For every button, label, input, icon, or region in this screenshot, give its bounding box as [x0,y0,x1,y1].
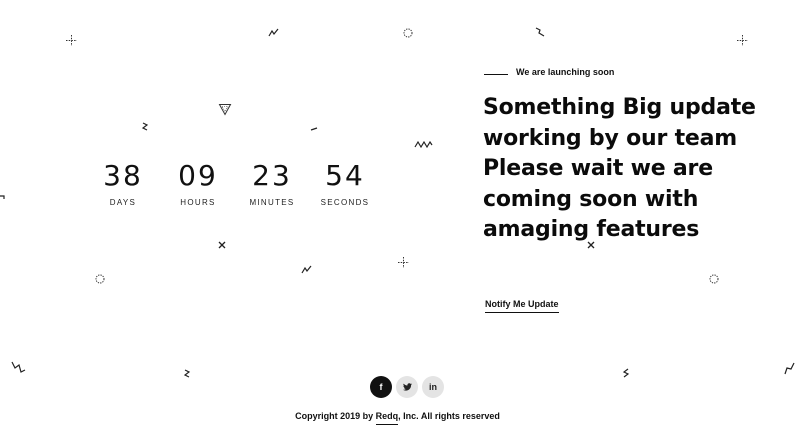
seconds-label: SECONDS [320,198,370,207]
dash-icon [310,127,318,131]
facebook-glyph: f [379,382,383,392]
dotted-circle-icon [403,28,413,38]
twitter-bird-icon [402,383,412,391]
triangle-icon [218,104,232,116]
zigzag-icon [268,28,279,37]
copyright-suffix: , Inc. All rights reserved [398,411,500,421]
countdown-minutes: 23 MINUTES [235,159,309,208]
dotted-circle-icon [709,274,719,284]
countdown-days: 38 DAYS [86,159,160,208]
zigzag-icon [11,361,26,374]
hours-value: 09 [178,159,218,192]
company-link[interactable]: Redq [375,411,399,425]
countdown-timer: 38 DAYS 09 HOURS 23 MINUTES 54 SECONDS [86,160,382,220]
seconds-value: 54 [325,159,365,192]
social-links: f in [370,376,444,398]
linkedin-glyph: in [429,382,437,392]
wave-icon [414,140,433,149]
copyright-text: Copyright 2019 by Redq, Inc. All rights … [0,411,795,425]
crosshair-icon [398,257,409,268]
zigzag-icon [784,362,795,375]
crosshair-icon [737,35,748,46]
twitter-icon[interactable] [396,376,418,398]
notify-me-button[interactable]: Notify Me Update [485,299,559,313]
countdown-hours: 09 HOURS [161,159,235,208]
hours-label: HOURS [180,198,216,207]
tagline-text: We are launching soon [516,67,615,77]
days-value: 38 [103,159,143,192]
zigzag-icon [535,27,545,37]
zigzag-icon [301,265,312,274]
crosshair-icon [66,35,77,46]
tagline-divider [484,74,508,75]
countdown-seconds: 54 SECONDS [308,159,382,208]
facebook-icon[interactable]: f [370,376,392,398]
squiggle-icon [622,368,630,378]
minutes-label: MINUTES [249,198,295,207]
corner-mark-icon [0,195,5,200]
squiggle-icon [183,369,191,378]
days-label: DAYS [109,198,137,207]
cross-icon [218,241,226,249]
headline: Something Big update working by our team… [483,95,756,242]
copyright-prefix: Copyright 2019 by [295,411,376,421]
minutes-value: 23 [252,159,292,192]
linkedin-icon[interactable]: in [422,376,444,398]
dotted-circle-icon [95,274,105,284]
squiggle-icon [141,122,149,131]
